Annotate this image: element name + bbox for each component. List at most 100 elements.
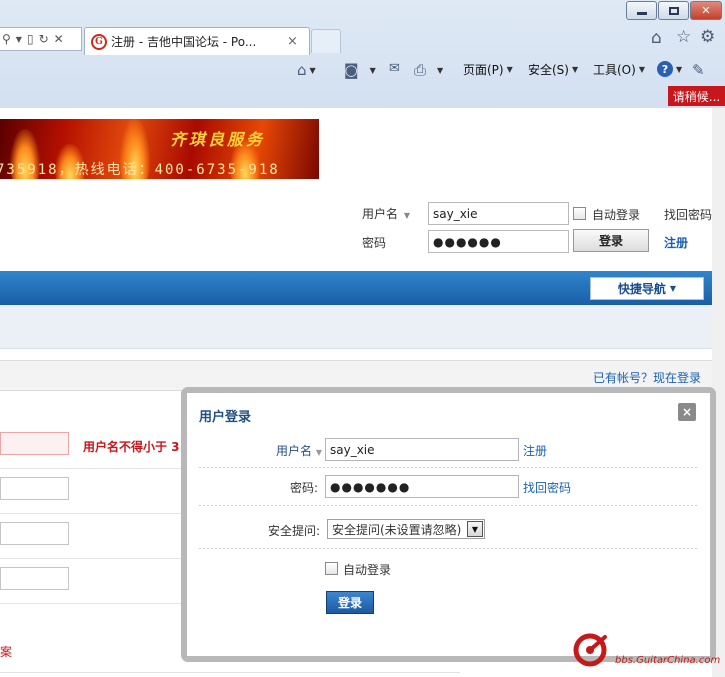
safety-menu-label: 安全(S) [528,63,569,77]
tab-close-icon[interactable]: × [287,34,298,49]
title-strip: ✕ [0,0,725,24]
header-login-button[interactable]: 登录 [573,229,649,252]
row-divider [0,603,190,604]
chevron-down-icon: ▼ [506,65,513,74]
dialog-login-button[interactable]: 登录 [326,591,374,614]
home-command[interactable]: ⌂ ▼ [297,61,316,79]
chevron-down-icon: ▼ [309,65,316,75]
guitarchina-logo-icon [573,633,607,667]
address-bar-end[interactable]: ⚲ ▼ ▯ ↻ ✕ [0,27,82,51]
tools-menu-label: 工具(O) [593,63,636,77]
row-divider [0,672,460,673]
login-dialog-frame: 用户登录 × 用户名 ▼ say_xie 注册 密码: ●●●●●●● 找回密码… [181,387,716,662]
reg-username-input[interactable] [0,432,69,455]
row-divider [0,513,190,514]
research-icon: ✎ [692,61,705,79]
dialog-register-link[interactable]: 注册 [523,442,547,459]
banner-hotline: 735918，热线电话：400-6735-918 [0,162,280,178]
close-icon: × [681,405,693,419]
chevron-down-icon: ▼ [437,65,444,75]
dialog-close-button[interactable]: × [678,403,696,421]
page-menu[interactable]: 页面(P) ▼ [463,61,513,78]
rss-feed-icon: ◙ [344,61,359,79]
tab-active[interactable]: G 注册 - 吉他中国论坛 - Po... × [84,27,310,55]
reg-footer-fragment: 案 [0,645,13,659]
header-auto-login-label: 自动登录 [592,208,641,222]
dialog-username-label-text: 用户名 [276,444,313,458]
row-divider [0,558,190,559]
print-command[interactable]: ⎙ ▼ [414,61,443,79]
quick-nav-button[interactable]: 快捷导航 ▼ [590,277,704,300]
printer-icon: ⎙ [414,61,427,79]
dialog-security-question-select[interactable]: 安全提问(未设置请忽略) ▼ [327,519,485,539]
close-window-button[interactable]: ✕ [690,1,722,20]
favorites-star-icon[interactable]: ☆ [676,27,691,47]
chevron-down-icon[interactable]: ▼ [467,521,483,537]
sub-nav-bar [0,305,712,349]
dialog-separator [199,467,697,468]
site-watermark: 吉他中国 bbs.GuitarChina.com [571,627,721,671]
refresh-icon[interactable]: ↻ [39,32,49,46]
search-icon: ⚲ [2,32,11,46]
dialog-forgot-password-link[interactable]: 找回密码 [523,479,571,496]
header-username-label[interactable]: 用户名 ▼ [362,205,410,222]
dialog-auto-login-label: 自动登录 [343,563,392,577]
main-nav-bar: 快捷导航 ▼ [0,271,712,305]
help-menu[interactable]: ? ▼ [657,61,682,77]
login-dialog-title: 用户登录 [199,410,252,425]
notification-strip: 请稍候... [0,84,725,108]
promo-banner[interactable]: 齐琪良服务 735918，热线电话：400-6735-918 [0,119,319,179]
reg-password-confirm-input[interactable] [0,522,69,545]
page-content: 齐琪良服务 735918，热线电话：400-6735-918 用户名 ▼ say… [0,108,725,677]
dialog-username-label[interactable]: 用户名 ▼ [276,442,322,459]
gear-icon[interactable]: ⚙ [700,27,715,47]
watermark-url: bbs.GuitarChina.com [615,655,721,666]
header-username-input[interactable]: say_xie [428,202,569,225]
browser-chrome: ✕ ⚲ ▼ ▯ ↻ ✕ G 注册 - 吉他中国论坛 - Po... × ⌂ ☆ … [0,0,725,108]
chevron-down-icon: ▼ [571,65,579,74]
reg-email-input[interactable] [0,567,69,590]
feeds-command[interactable]: ◙ ▼ [344,61,376,79]
reg-password-input[interactable] [0,477,69,500]
dialog-password-input[interactable]: ●●●●●●● [325,475,519,498]
dialog-separator [199,548,697,549]
tab-row: ⚲ ▼ ▯ ↻ ✕ G 注册 - 吉他中国论坛 - Po... × ⌂ ☆ ⚙ [0,24,725,55]
home-icon: ⌂ [297,61,307,79]
site-favicon-icon: G [91,33,107,50]
restore-icon [668,6,679,15]
stop-icon[interactable]: ✕ [54,32,64,46]
dialog-username-input[interactable]: say_xie [325,438,519,461]
banner-slogan: 齐琪良服务 [170,130,266,149]
row-divider [0,468,190,469]
chevron-down-icon: ▼ [638,65,645,74]
dialog-security-question-label: 安全提问: [268,524,321,538]
home-icon[interactable]: ⌂ [651,28,662,48]
dialog-password-label: 密码: [290,481,319,495]
tools-menu[interactable]: 工具(O) ▼ [593,61,645,78]
restore-button[interactable] [658,1,689,20]
mail-icon: ✉ [389,61,400,76]
minimize-button[interactable] [626,1,657,20]
header-forgot-password-link[interactable]: 找回密码 [664,206,712,223]
loading-badge: 请稍候... [668,86,725,106]
quick-nav-label: 快捷导航 [617,282,666,296]
header-username-label-text: 用户名 [362,207,399,221]
dialog-auto-login-checkbox[interactable] [325,562,338,575]
chevron-down-icon: ▼ [369,65,376,75]
header-password-label: 密码 [362,236,387,250]
new-tab-button[interactable] [311,29,341,53]
mail-command[interactable]: ✉ [389,61,400,76]
chevron-down-icon: ▼ [403,211,410,220]
login-dialog: 用户登录 × 用户名 ▼ say_xie 注册 密码: ●●●●●●● 找回密码… [187,393,710,656]
compatibility-view-icon[interactable]: ▯ [27,32,34,46]
command-bar: ⌂ ▼ ◙ ▼ ✉ ⎙ ▼ 页面(P) ▼ 安全(S) ▼ 工具(O) ▼ ? … [0,55,725,84]
dropdown-arrow-icon[interactable]: ▼ [16,35,22,44]
header-auto-login-checkbox[interactable] [573,207,586,220]
have-account-login-link[interactable]: 已有帐号？现在登录 [593,369,701,386]
reg-username-error: 用户名不得小于 3 个 [83,440,196,454]
research-command[interactable]: ✎ [692,61,705,79]
header-register-link[interactable]: 注册 [664,234,688,251]
safety-menu[interactable]: 安全(S) ▼ [528,61,578,78]
header-password-input[interactable]: ●●●●●● [428,230,569,253]
dialog-separator [199,505,697,506]
